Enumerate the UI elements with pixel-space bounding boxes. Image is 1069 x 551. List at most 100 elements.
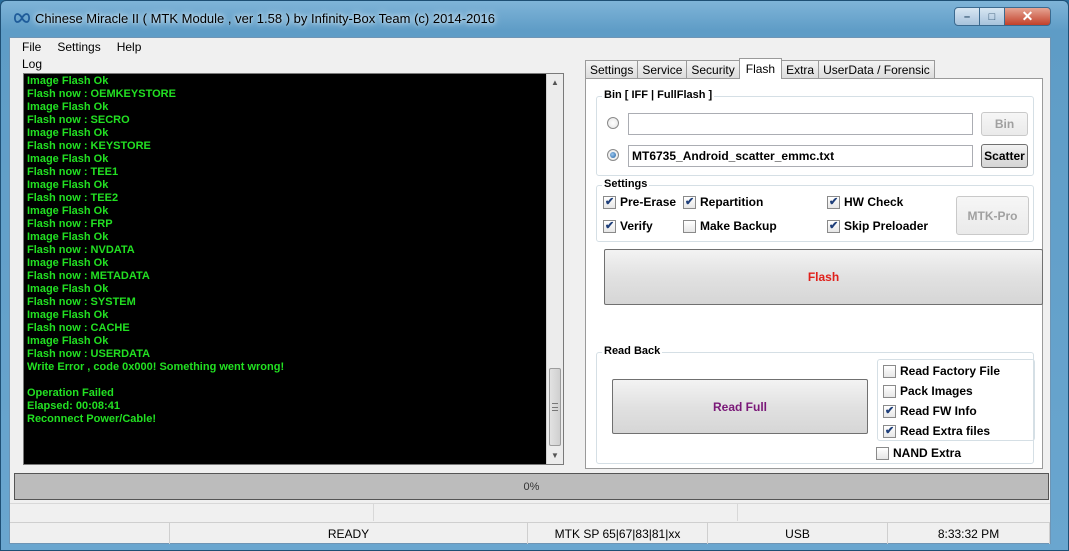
flash-button[interactable]: Flash (604, 249, 1043, 305)
pack-images-label: Pack Images (900, 384, 973, 398)
minimize-button[interactable]: – (954, 7, 980, 26)
status-bar: READY MTK SP 65|67|83|81|xx USB 8:33:32 … (10, 522, 1050, 544)
log-line: Flash now : CACHE (27, 322, 130, 334)
log-line: Write Error , code 0x000! Something went… (27, 361, 285, 373)
grip-icon (552, 403, 558, 411)
pre-erase-option[interactable]: Pre-Erase (603, 195, 676, 209)
repartition-checkbox[interactable] (683, 195, 696, 209)
bin-radio[interactable] (607, 117, 619, 129)
hw-check-option[interactable]: HW Check (827, 195, 903, 209)
status-slot-2 (374, 504, 738, 521)
log-line: Flash now : SYSTEM (27, 296, 136, 308)
pack-images-checkbox[interactable] (883, 384, 896, 398)
tab-extra[interactable]: Extra (781, 60, 820, 78)
log-line: Image Flash Ok (27, 309, 109, 321)
settings-group: Settings Pre-Erase Repartition HW Check … (596, 178, 1034, 242)
window-title: Chinese Miracle II ( MTK Module , ver 1.… (35, 11, 496, 26)
read-fw-info-label: Read FW Info (900, 404, 977, 418)
bin-button[interactable]: Bin (981, 112, 1028, 136)
read-fw-info-option[interactable]: Read FW Info (883, 404, 977, 418)
log-line: Image Flash Ok (27, 75, 109, 87)
read-extra-files-option[interactable]: Read Extra files (883, 424, 990, 438)
log-lines: Image Flash Ok Flash now : OEMKEYSTORE Ima… (27, 75, 547, 426)
skip-preloader-label: Skip Preloader (844, 219, 929, 233)
bin-group-label: Bin [ IFF | FullFlash ] (602, 89, 715, 101)
log-line: Image Flash Ok (27, 257, 109, 269)
log-line: Reconnect Power/Cable! (27, 413, 156, 425)
log-scrollbar[interactable]: ▲ ▼ (546, 74, 563, 464)
repartition-option[interactable]: Repartition (683, 195, 763, 209)
scroll-down-icon[interactable]: ▼ (547, 447, 563, 464)
log-line: Elapsed: 00:08:41 (27, 400, 120, 412)
read-extra-files-label: Read Extra files (900, 424, 991, 438)
log-line: Image Flash Ok (27, 127, 109, 139)
log-output[interactable]: Image Flash Ok Flash now : OEMKEYSTORE Ima… (23, 73, 564, 465)
read-full-button[interactable]: Read Full (612, 379, 868, 434)
read-extra-files-checkbox[interactable] (883, 424, 896, 438)
nand-extra-option[interactable]: NAND Extra (876, 446, 961, 460)
title-bar[interactable]: Chinese Miracle II ( MTK Module , ver 1.… (1, 1, 1068, 37)
readback-group: Read Back Read Full Read Factory File Pa… (596, 345, 1035, 464)
scatter-button[interactable]: Scatter (981, 144, 1028, 168)
read-fw-info-checkbox[interactable] (883, 404, 896, 418)
make-backup-option[interactable]: Make Backup (683, 219, 777, 233)
menu-bar: File Settings Help (10, 38, 1050, 56)
status-time: 8:33:32 PM (888, 523, 1050, 544)
log-line: Flash now : FRP (27, 218, 113, 230)
log-line: Image Flash Ok (27, 101, 109, 113)
status-chip: MTK SP 65|67|83|81|xx (528, 523, 708, 544)
status-empty (10, 523, 170, 544)
status-connection: USB (708, 523, 888, 544)
read-factory-file-option[interactable]: Read Factory File (883, 364, 1000, 378)
mtk-pro-button[interactable]: MTK-Pro (956, 196, 1029, 235)
client-area: File Settings Help Log Image Flash Ok Fla… (9, 37, 1051, 544)
log-line: Operation Failed (27, 387, 114, 399)
progress-text: 0% (523, 480, 540, 493)
progress-bar: 0% (14, 473, 1049, 500)
infinity-logo-icon (13, 13, 31, 23)
skip-preloader-checkbox[interactable] (827, 219, 840, 233)
tab-security[interactable]: Security (686, 60, 740, 78)
window-controls: – □ ✕ (954, 7, 1051, 26)
nand-extra-label: NAND Extra (893, 446, 962, 460)
scatter-radio[interactable] (607, 149, 619, 161)
verify-label: Verify (620, 219, 653, 233)
log-line: Image Flash Ok (27, 335, 109, 347)
status-slot-1 (10, 504, 374, 521)
tab-userdata-forensic[interactable]: UserData / Forensic (818, 60, 935, 78)
pack-images-option[interactable]: Pack Images (883, 384, 973, 398)
tab-service[interactable]: Service (637, 60, 688, 78)
hw-check-checkbox[interactable] (827, 195, 840, 209)
log-line: Image Flash Ok (27, 153, 109, 165)
bin-path-field[interactable] (628, 113, 973, 135)
log-line: Flash now : OEMKEYSTORE (27, 88, 176, 100)
verify-option[interactable]: Verify (603, 219, 653, 233)
menu-settings[interactable]: Settings (49, 40, 108, 54)
scroll-thumb[interactable] (549, 368, 561, 446)
log-line: Image Flash Ok (27, 283, 109, 295)
menu-file[interactable]: File (14, 40, 49, 54)
read-factory-file-label: Read Factory File (900, 364, 1001, 378)
log-line: Flash now : NVDATA (27, 244, 135, 256)
maximize-button[interactable]: □ (980, 7, 1005, 26)
nand-extra-checkbox[interactable] (876, 446, 889, 460)
bin-group: Bin [ IFF | FullFlash ] Bin MT6735_Andro… (596, 89, 1034, 176)
tab-flash[interactable]: Flash (738, 58, 783, 79)
make-backup-checkbox[interactable] (683, 219, 696, 233)
close-button[interactable]: ✕ (1005, 7, 1051, 26)
settings-group-label: Settings (602, 178, 650, 190)
pre-erase-checkbox[interactable] (603, 195, 616, 209)
log-line: Flash now : KEYSTORE (27, 140, 151, 152)
verify-checkbox[interactable] (603, 219, 616, 233)
menu-help[interactable]: Help (109, 40, 150, 54)
make-backup-label: Make Backup (700, 219, 777, 233)
scroll-up-icon[interactable]: ▲ (547, 74, 563, 91)
scatter-file-field[interactable]: MT6735_Android_scatter_emmc.txt (628, 145, 973, 167)
status-bar-secondary (10, 503, 1050, 521)
log-line: Flash now : TEE1 (27, 166, 119, 178)
log-line: Flash now : USERDATA (27, 348, 151, 360)
tab-settings[interactable]: Settings (585, 60, 639, 78)
skip-preloader-option[interactable]: Skip Preloader (827, 219, 928, 233)
read-factory-file-checkbox[interactable] (883, 364, 896, 378)
